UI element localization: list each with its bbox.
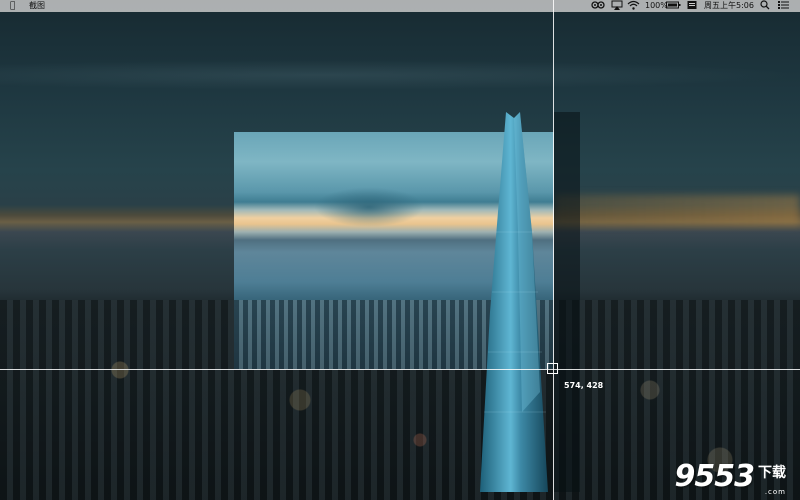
menu-list-icon[interactable] <box>778 0 789 12</box>
wifi-icon[interactable] <box>627 0 640 12</box>
crosshair-vertical-line <box>553 0 554 500</box>
watermark-chinese: 下载 <box>758 465 786 481</box>
search-icon[interactable] <box>760 0 770 12</box>
selection-cloud <box>314 187 424 227</box>
input-method-icon[interactable] <box>687 0 697 12</box>
battery-icon[interactable] <box>666 0 681 12</box>
sunset-glow <box>555 195 800 225</box>
apple-icon[interactable]:  <box>10 0 15 12</box>
crosshair-cursor-icon[interactable] <box>547 363 558 374</box>
crosshair-horizontal-line <box>0 369 800 370</box>
watermark-digits: 9553 <box>674 459 755 494</box>
cursor-coordinates: 574, 428 <box>564 381 604 390</box>
app-menu-title[interactable]: 截图 <box>29 0 45 12</box>
site-watermark: 9553 下载 .com <box>674 459 787 496</box>
airplay-icon[interactable] <box>611 0 623 12</box>
tower-dim-overlay <box>554 112 580 492</box>
skyscraper-shard <box>480 112 548 492</box>
watermark-url: .com <box>764 488 786 496</box>
battery-percentage: 100% <box>645 1 668 10</box>
menu-bar:  截图 100% 周五上午5:06 <box>0 0 800 12</box>
owl-icon[interactable] <box>591 0 605 12</box>
cloud-band <box>0 60 800 90</box>
menubar-clock[interactable]: 周五上午5:06 <box>704 0 754 12</box>
